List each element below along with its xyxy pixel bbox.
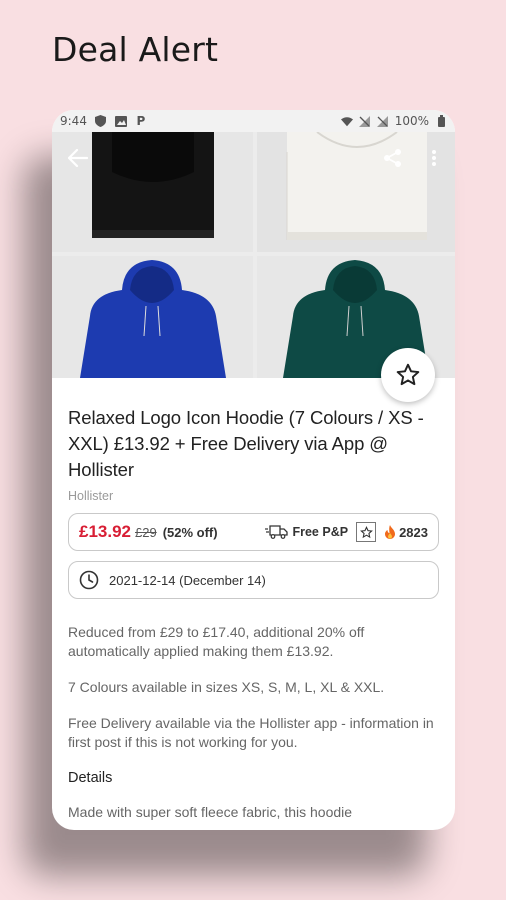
parking-icon: P: [136, 114, 146, 128]
status-time: 9:44: [60, 114, 87, 128]
more-options-button[interactable]: [420, 144, 448, 172]
back-arrow-icon: [68, 149, 88, 167]
status-bar: 9:44 P 100%: [52, 110, 455, 132]
description-paragraph-2: 7 Colours available in sizes XS, S, M, L…: [68, 679, 385, 695]
price-bar: £13.92 £29 (52% off) Free P&P 2823: [68, 513, 439, 551]
star-outline-icon: [396, 363, 420, 386]
description-paragraph-1: Reduced from £29 to £17.40, additional 2…: [68, 624, 365, 659]
watch-button[interactable]: [356, 522, 377, 542]
delivery-info: Free P&P: [265, 525, 348, 539]
deal-title: Relaxed Logo Icon Hoodie (7 Colours / XS…: [68, 407, 424, 480]
description-paragraph-3: Free Delivery available via the Holliste…: [68, 715, 434, 750]
delivery-truck-icon: [265, 525, 289, 539]
phone-frame: 9:44 P 100% Relaxed Logo Icon Hoodie (7 …: [52, 110, 455, 830]
deal-date: 2021-12-14 (December 14): [109, 572, 266, 588]
details-heading: Details: [68, 770, 113, 786]
battery-icon: [435, 115, 447, 127]
share-button[interactable]: [379, 144, 407, 172]
details-text: Made with super soft fleece fabric, this…: [68, 804, 353, 820]
deal-price: £13.92: [79, 522, 131, 541]
merchant-link[interactable]: Hollister: [68, 489, 439, 503]
deal-content: Relaxed Logo Icon Hoodie (7 Colours / XS…: [68, 405, 439, 822]
star-small-icon: [359, 525, 373, 538]
deal-description: Reduced from £29 to £17.40, additional 2…: [68, 623, 439, 822]
image-icon: [114, 115, 127, 127]
promo-title: Deal Alert: [52, 30, 219, 69]
temperature-value: 2823: [399, 524, 428, 540]
more-vert-icon: [432, 150, 436, 166]
delivery-label: Free P&P: [292, 525, 349, 539]
hoodie-image-blue[interactable]: [52, 256, 253, 378]
original-price: £29: [135, 524, 157, 540]
share-icon: [384, 149, 401, 167]
deal-temperature: 2823: [384, 525, 428, 540]
deal-date-bar: 2021-12-14 (December 14): [68, 561, 439, 599]
discount-percent: (52% off): [162, 524, 218, 540]
battery-percent: 100%: [394, 114, 429, 128]
no-signal-icon: [359, 115, 371, 127]
back-button[interactable]: [64, 144, 92, 172]
save-deal-button[interactable]: [381, 348, 435, 402]
no-signal-2-icon: [377, 115, 389, 127]
image-gallery[interactable]: [52, 132, 455, 378]
wifi-icon: [340, 115, 353, 127]
shield-icon: [95, 115, 107, 127]
flame-icon: [385, 525, 396, 539]
clock-icon: [79, 570, 99, 590]
